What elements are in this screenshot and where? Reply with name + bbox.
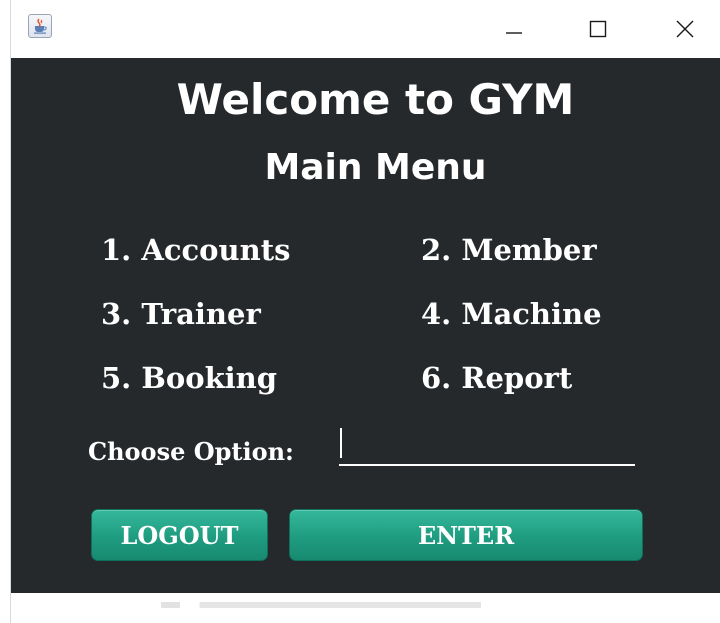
close-button[interactable] bbox=[650, 0, 720, 58]
menu-item-trainer: 3. Trainer bbox=[101, 297, 261, 331]
choose-option-label: Choose Option: bbox=[88, 437, 294, 466]
minimize-button[interactable] bbox=[479, 0, 549, 58]
enter-button[interactable]: ENTER bbox=[289, 509, 643, 561]
minimize-icon bbox=[506, 32, 522, 34]
gym-window: Welcome to GYM Main Menu 1. Accounts 2. … bbox=[11, 0, 720, 623]
menu-item-member: 2. Member bbox=[421, 233, 597, 267]
text-caret bbox=[340, 428, 342, 458]
background-text-fragment bbox=[161, 600, 481, 620]
menu-item-booking: 5. Booking bbox=[101, 361, 278, 395]
maximize-icon bbox=[589, 20, 607, 38]
menu-item-accounts: 1. Accounts bbox=[101, 233, 291, 267]
maximize-button[interactable] bbox=[563, 0, 633, 58]
logout-button[interactable]: LOGOUT bbox=[91, 509, 268, 561]
welcome-title: Welcome to GYM bbox=[176, 75, 575, 124]
option-input[interactable] bbox=[339, 430, 635, 466]
java-cup-icon bbox=[28, 14, 52, 38]
title-bar[interactable] bbox=[11, 0, 720, 58]
desktop-edge bbox=[0, 0, 11, 623]
menu-item-report: 6. Report bbox=[421, 361, 573, 395]
screen: Welcome to GYM Main Menu 1. Accounts 2. … bbox=[0, 0, 720, 623]
main-menu-heading: Main Menu bbox=[264, 147, 487, 188]
menu-item-machine: 4. Machine bbox=[421, 297, 602, 331]
main-menu-panel: Welcome to GYM Main Menu 1. Accounts 2. … bbox=[11, 58, 720, 593]
close-icon bbox=[676, 20, 694, 38]
